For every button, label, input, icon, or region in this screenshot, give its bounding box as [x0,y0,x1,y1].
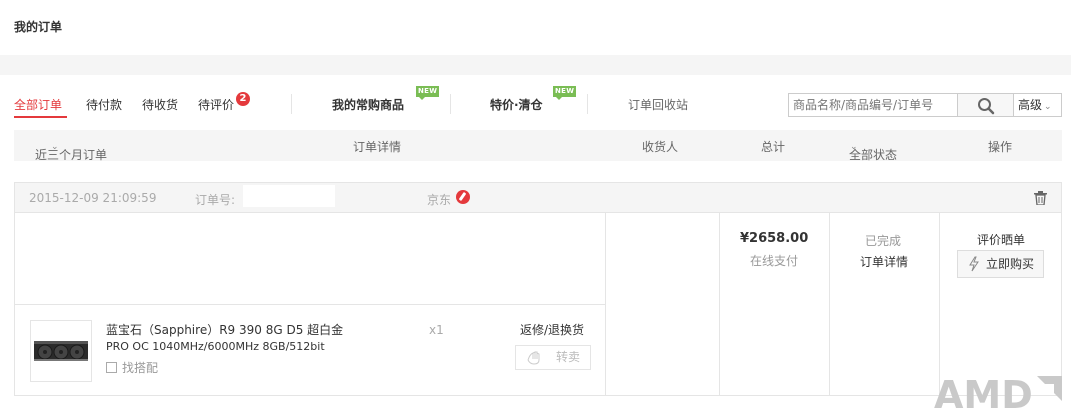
tab-special-clearance[interactable]: 特价·清仓 [490,96,543,113]
tab-separator [291,94,292,114]
tab-pending-receipt[interactable]: 待收货 [142,96,178,113]
jd-logo-icon [456,190,470,204]
tab-frequent-products[interactable]: 我的常购商品 [332,96,404,113]
graphics-card-image [34,341,88,361]
status-filter-dropdown[interactable]: 全部状态 ⌄ [849,138,897,162]
trash-icon[interactable] [1034,191,1047,205]
order-card: 2015-12-09 21:09:59 订单号: 京东 蓝宝石（Sapphire… [14,182,1062,396]
order-number-value [243,185,335,207]
search-button[interactable] [957,93,1015,117]
match-icon [106,362,117,373]
pending-review-count-badge: 2 [236,92,250,106]
header-receiver: 收货人 [642,140,679,154]
tab-pending-review[interactable]: 待评价 [198,96,234,113]
column-divider [719,213,720,395]
order-table-header: 近三个月订单 ⌄ 订单详情 收货人 总计 全部状态 ⌄ 操作 [14,130,1062,162]
find-match-label: 找搭配 [122,361,159,375]
hand-icon [527,351,540,365]
payment-method: 在线支付 [750,254,799,268]
product-image[interactable] [30,320,92,382]
resell-label: 转卖 [555,350,580,364]
review-link[interactable]: 评价晒单 [977,231,1025,248]
tab-pending-payment[interactable]: 待付款 [86,96,122,113]
header-action: 操作 [988,140,1013,154]
chevron-down-icon: ⌄ [1044,102,1052,112]
row-divider [15,304,605,305]
column-divider [829,213,830,395]
column-divider [605,213,606,395]
amd-logo-text: AMD [934,373,1033,412]
range-filter-label: 近三个月订单 [35,148,108,162]
order-tabs: 全部订单 待付款 待收货 待评价 2 我的常购商品 NEW 特价·清仓 NEW … [14,86,1062,120]
order-search-input[interactable] [788,93,958,117]
order-number-label: 订单号: [195,193,236,207]
page-title: 我的订单 [14,20,63,34]
product-quantity: x1 [429,323,444,337]
order-header: 2015-12-09 21:09:59 订单号: 京东 [15,183,1061,213]
after-sale-link[interactable]: 返修/退换货 [520,321,584,338]
column-divider [939,213,940,395]
tab-separator [450,94,451,114]
order-status: 已完成 [865,234,902,248]
resell-button[interactable]: 转卖 [515,345,591,370]
order-detail-link[interactable]: 订单详情 [860,253,908,270]
buy-again-button[interactable]: 立即购买 [957,250,1044,278]
advanced-search-button[interactable]: 高级 ⌄ [1013,93,1062,117]
header-total: 总计 [761,140,786,154]
shop-name[interactable]: 京东 [427,191,451,208]
order-datetime: 2015-12-09 21:09:59 [29,191,157,205]
section-divider-band [0,55,1071,75]
tab-all-orders[interactable]: 全部订单 [14,96,62,113]
tab-separator [587,94,588,114]
product-name-line2[interactable]: PRO OC 1040MHz/6000MHz 8GB/512bit [106,340,325,353]
search-icon [978,98,995,115]
advanced-search-label: 高级 [1018,98,1043,112]
tab-pending-review-label: 待评价 [198,98,235,112]
buy-again-label: 立即购买 [985,257,1034,271]
special-new-badge: NEW [553,86,577,100]
header-order-detail: 订单详情 [353,140,402,154]
lightning-icon [969,256,979,272]
tab-order-recycle-bin[interactable]: 订单回收站 [628,96,688,113]
find-match-link[interactable]: 找搭配 [106,359,158,376]
range-filter-dropdown[interactable]: 近三个月订单 ⌄ [35,138,107,162]
frequent-new-badge: NEW [416,86,440,100]
order-total-price: ¥2658.00 [740,231,809,246]
active-tab-underline [14,116,67,118]
amd-watermark-logo: AMD [934,373,1062,412]
product-name-line1[interactable]: 蓝宝石（Sapphire）R9 390 8G D5 超白金 [106,321,343,338]
status-filter-label: 全部状态 [849,148,898,162]
